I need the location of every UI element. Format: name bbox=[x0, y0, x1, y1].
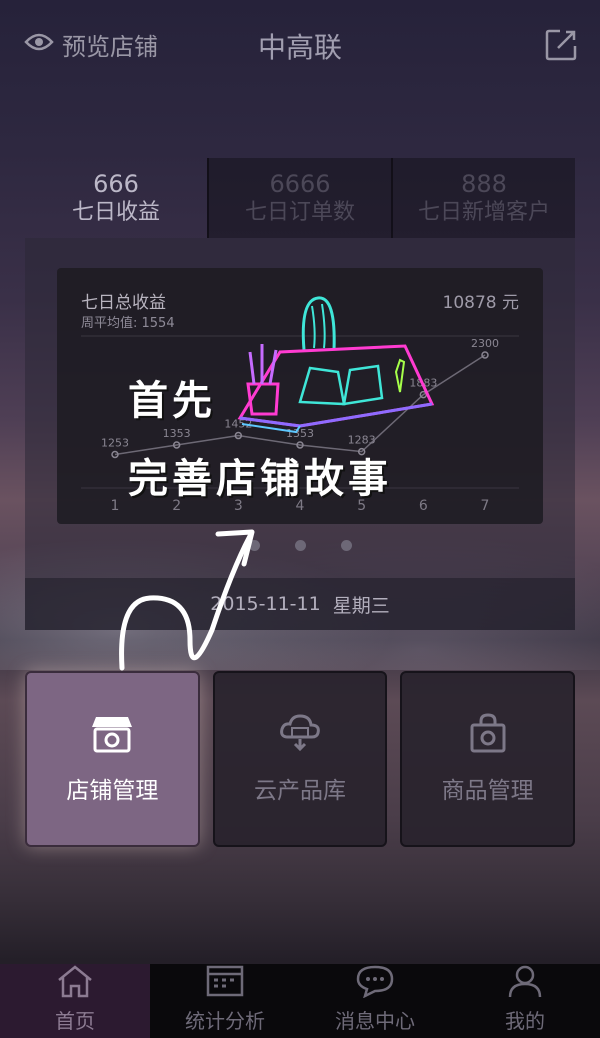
chart-data-label: 1253 bbox=[101, 436, 129, 449]
chart-x-tick-label: 7 bbox=[481, 498, 490, 514]
page-title: 中高联 bbox=[257, 31, 342, 64]
tab-messages[interactable]: 消息中心 bbox=[300, 964, 450, 1038]
bottom-tab-bar: 首页 统计分析 消息中心 我的 bbox=[0, 964, 600, 1038]
chart-x-tick-label: 3 bbox=[234, 498, 243, 514]
chat-bubble-icon bbox=[355, 964, 395, 1003]
top-bar: 预览店铺 中高联 bbox=[0, 0, 600, 90]
chart-data-label: 1353 bbox=[163, 427, 191, 440]
share-edit-icon[interactable] bbox=[544, 28, 578, 66]
weekday-text: 星期三 bbox=[332, 594, 390, 617]
stat-value: 666 bbox=[93, 170, 139, 198]
home-icon bbox=[55, 964, 95, 1003]
chart-data-label: 1283 bbox=[348, 434, 376, 447]
chart-data-label: 1353 bbox=[286, 427, 314, 440]
date-text: 2015-11-11 bbox=[210, 593, 321, 615]
tab-label: 统计分析 bbox=[185, 1009, 265, 1033]
product-management-tile[interactable]: 商品管理 bbox=[400, 671, 576, 847]
tab-statistics[interactable]: 统计分析 bbox=[150, 964, 300, 1038]
stat-label: 七日收益 bbox=[71, 200, 160, 225]
bag-gear-icon bbox=[466, 713, 510, 759]
tab-mine[interactable]: 我的 bbox=[450, 964, 600, 1038]
cloud-product-library-tile[interactable]: 云产品库 bbox=[212, 671, 388, 847]
revenue-line-chart: 1253 1353 1452 1353 1283 1883 2300 1 2 3 4 5 6 7 bbox=[81, 335, 519, 514]
tile-label: 商品管理 bbox=[441, 778, 534, 804]
stats-panel: 七日总收益 周平均值: 1554 10878 元 1253 1353 1452 135… bbox=[25, 238, 575, 630]
store-gear-icon bbox=[90, 713, 134, 759]
pager-dot[interactable] bbox=[294, 540, 306, 551]
chart-x-tick-label: 4 bbox=[296, 498, 305, 514]
cloud-store-icon bbox=[278, 713, 322, 759]
chart-x-tick-label: 5 bbox=[357, 498, 366, 514]
stat-label: 七日新增客户 bbox=[417, 200, 550, 225]
tab-label: 首页 bbox=[55, 1009, 95, 1033]
stat-label: 七日订单数 bbox=[244, 200, 355, 225]
stat-tab-revenue[interactable]: 666 七日收益 bbox=[25, 158, 207, 238]
tile-label: 云产品库 bbox=[254, 778, 346, 804]
tile-label: 店铺管理 bbox=[66, 778, 159, 804]
function-tiles: 店铺管理 云产品库 商品管理 bbox=[25, 671, 576, 847]
stat-value: 888 bbox=[461, 170, 507, 198]
chart-data-label: 2300 bbox=[471, 337, 499, 350]
date-row: 2015-11-11 星期三 bbox=[25, 578, 575, 630]
tab-home[interactable]: 首页 bbox=[0, 964, 150, 1038]
stats-tabs: 666 七日收益 6666 七日订单数 888 七日新增客户 bbox=[25, 158, 575, 238]
calendar-chart-icon bbox=[205, 964, 245, 1003]
revenue-chart-card[interactable]: 七日总收益 周平均值: 1554 10878 元 1253 1353 1452 135… bbox=[57, 268, 543, 524]
chart-data-label: 1452 bbox=[224, 418, 252, 431]
chart-x-tick-label: 1 bbox=[111, 498, 120, 514]
chart-x-tick-label: 2 bbox=[172, 498, 181, 514]
tab-label: 消息中心 bbox=[335, 1009, 415, 1033]
stat-tab-customers[interactable]: 888 七日新增客户 bbox=[391, 158, 575, 238]
chart-data-label: 1883 bbox=[409, 377, 437, 390]
tab-label: 我的 bbox=[505, 1009, 545, 1033]
pager-dot[interactable] bbox=[340, 540, 352, 551]
store-management-tile[interactable]: 店铺管理 bbox=[25, 671, 200, 847]
chart-x-tick-label: 6 bbox=[419, 498, 428, 514]
pager-dots bbox=[25, 540, 575, 551]
pager-dot[interactable] bbox=[248, 540, 260, 551]
stat-value: 6666 bbox=[269, 170, 331, 198]
user-icon bbox=[505, 964, 545, 1003]
stat-tab-orders[interactable]: 6666 七日订单数 bbox=[207, 158, 391, 238]
